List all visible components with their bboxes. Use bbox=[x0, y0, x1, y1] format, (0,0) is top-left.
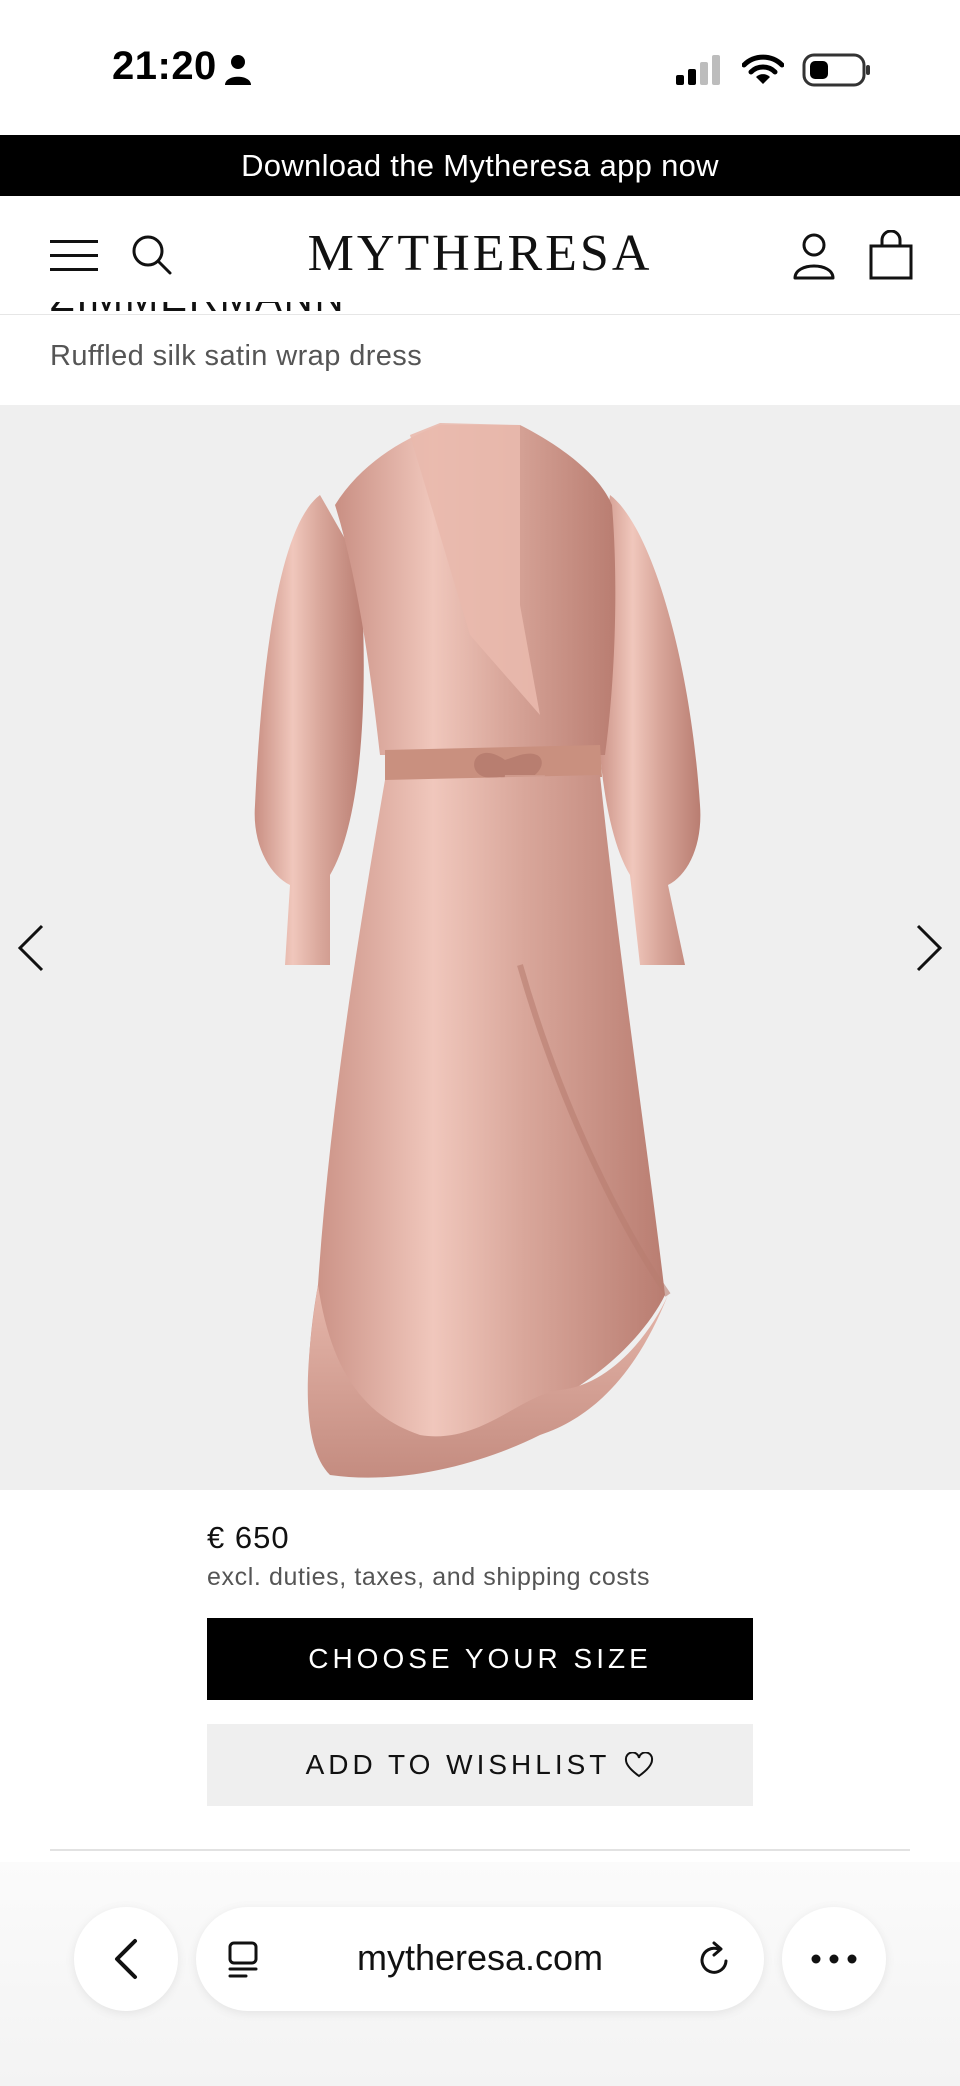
add-to-wishlist-button[interactable]: ADD TO WISHLIST bbox=[207, 1724, 753, 1806]
status-bar: 21:20 bbox=[0, 0, 960, 135]
user-icon[interactable] bbox=[792, 232, 836, 280]
product-image bbox=[254, 423, 701, 1478]
price-note: excl. duties, taxes, and shipping costs bbox=[207, 1563, 651, 1591]
wishlist-label: ADD TO WISHLIST bbox=[305, 1749, 611, 1780]
status-time: 21:20 bbox=[112, 44, 217, 88]
product-image-carousel[interactable] bbox=[0, 405, 960, 1490]
chevron-left-icon[interactable] bbox=[14, 922, 50, 974]
heart-icon bbox=[625, 1752, 654, 1778]
choose-size-button[interactable]: CHOOSE YOUR SIZE bbox=[207, 1618, 753, 1700]
more-options-button[interactable] bbox=[782, 1907, 886, 2011]
status-icons bbox=[676, 50, 872, 90]
app-download-banner[interactable]: Download the Mytheresa app now bbox=[0, 135, 960, 196]
product-title: Ruffled silk satin wrap dress bbox=[50, 340, 423, 372]
browser-back-button[interactable] bbox=[74, 1907, 178, 2011]
battery-icon bbox=[802, 53, 870, 87]
more-icon bbox=[811, 1954, 857, 1964]
divider bbox=[50, 1849, 910, 1851]
search-icon[interactable] bbox=[130, 233, 174, 277]
address-bar[interactable]: mytheresa.com bbox=[196, 1907, 764, 2011]
person-icon bbox=[225, 55, 251, 85]
logo-text[interactable]: MYTHERESA bbox=[308, 225, 653, 282]
back-icon bbox=[115, 1939, 137, 1979]
cellular-signal-icon bbox=[676, 55, 720, 85]
url-text: mytheresa.com bbox=[356, 1937, 604, 1978]
reload-icon[interactable] bbox=[696, 1939, 734, 1979]
wifi-icon bbox=[742, 54, 784, 84]
choose-size-label: CHOOSE YOUR SIZE bbox=[308, 1643, 652, 1674]
shopping-bag-icon[interactable] bbox=[868, 230, 914, 280]
site-header: MYTHERESA bbox=[0, 196, 960, 315]
brand-name[interactable]: ZIMMERMANN bbox=[50, 302, 450, 324]
banner-text: Download the Mytheresa app now bbox=[241, 147, 719, 183]
product-price: € 650 bbox=[207, 1520, 290, 1555]
chevron-right-icon[interactable] bbox=[910, 922, 946, 974]
hamburger-icon[interactable] bbox=[50, 238, 100, 272]
